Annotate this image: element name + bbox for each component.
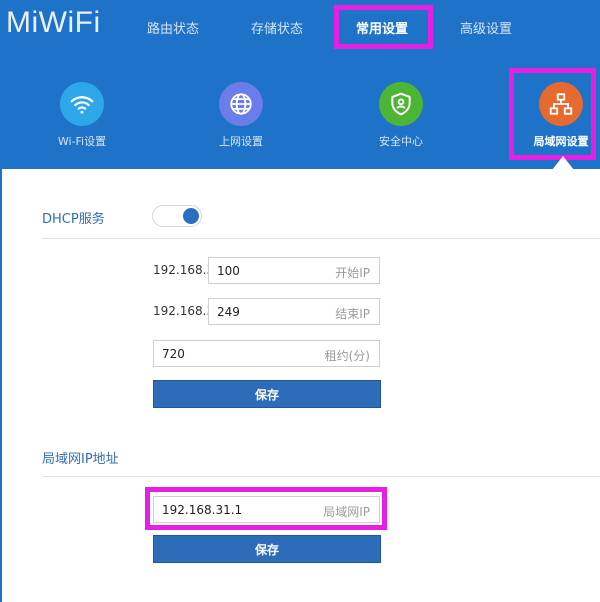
nav-highlight-box	[334, 5, 433, 49]
end-ip-value: 249	[217, 305, 240, 319]
subnav-label: Wi-Fi设置	[57, 135, 107, 148]
globe-icon	[219, 82, 263, 126]
dhcp-toggle[interactable]	[152, 205, 202, 227]
lan-ip-highlight-box	[145, 487, 387, 530]
start-ip-input[interactable]: 100 开始IP	[208, 257, 380, 284]
nav-tab-storage-status[interactable]: 存储状态	[251, 18, 303, 37]
end-ip-placeholder: 结束IP	[335, 307, 370, 321]
wifi-icon	[60, 82, 104, 126]
lease-time-placeholder: 租约(分)	[324, 349, 370, 363]
lan-save-button[interactable]: 保存	[153, 535, 381, 563]
lease-time-value: 720	[162, 347, 185, 361]
start-ip-placeholder: 开始IP	[335, 266, 370, 280]
active-tab-caret	[552, 156, 574, 170]
subnav-highlight-box	[509, 68, 596, 160]
miwifi-logo: MiWiFi	[6, 6, 101, 39]
subnav-item-wifi-settings[interactable]: Wi-Fi设置	[37, 82, 127, 149]
subnav-item-security-center[interactable]: 安全中心	[356, 82, 446, 149]
subnav-label: 安全中心	[379, 135, 423, 148]
subnav-label: 上网设置	[219, 135, 263, 148]
dhcp-section-title: DHCP服务	[42, 212, 105, 227]
lease-time-input[interactable]: 720 租约(分)	[153, 340, 380, 367]
section-divider	[42, 476, 600, 477]
lan-ip-section-title: 局域网IP地址	[42, 452, 119, 467]
nav-tab-router-status[interactable]: 路由状态	[147, 18, 199, 37]
dhcp-save-button[interactable]: 保存	[153, 380, 381, 408]
nav-tab-advanced-settings[interactable]: 高级设置	[460, 18, 512, 37]
shield-icon	[379, 82, 423, 126]
end-ip-input[interactable]: 249 结束IP	[208, 298, 380, 325]
subnav-item-internet-settings[interactable]: 上网设置	[196, 82, 286, 149]
start-ip-value: 100	[217, 264, 240, 278]
section-divider	[42, 238, 600, 239]
toggle-knob	[183, 208, 199, 224]
